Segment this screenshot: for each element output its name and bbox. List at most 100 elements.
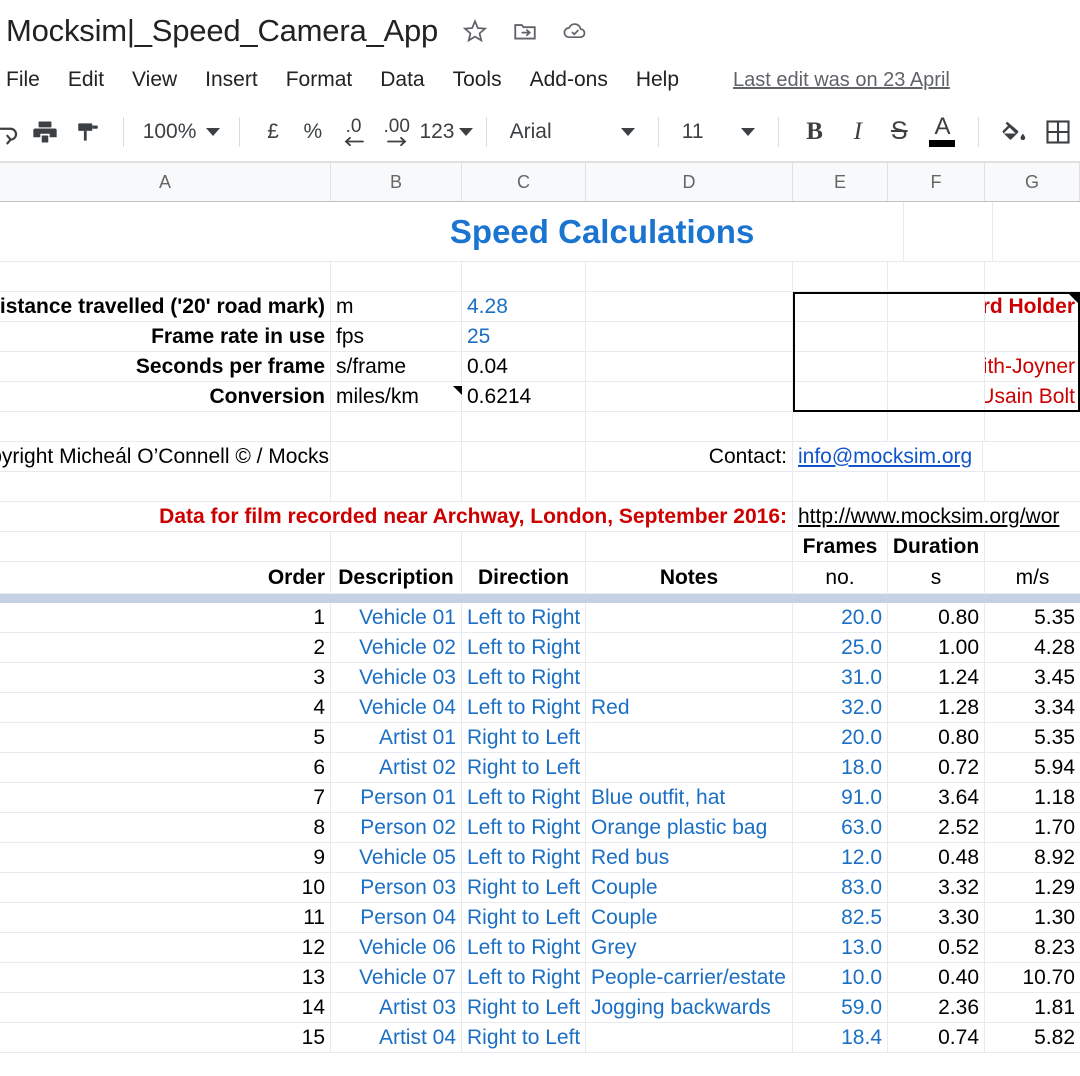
row-speed[interactable]: 8.92 <box>985 843 1080 872</box>
column-header-b[interactable]: B <box>331 163 462 201</box>
cell-c7[interactable] <box>462 412 586 441</box>
record-panel-heading[interactable]: World Record Holder <box>985 292 1080 321</box>
row-description[interactable]: Vehicle 03 <box>331 663 462 692</box>
cell-d11[interactable] <box>586 532 793 561</box>
contact-link-cell[interactable]: info@mocksim.org <box>793 442 983 471</box>
last-edit-status[interactable]: Last edit was on 23 April <box>733 69 950 92</box>
move-to-folder-icon[interactable] <box>512 18 538 44</box>
table-row[interactable]: 15 Artist 04 Right to Left 18.4 0.74 5.82 <box>0 1023 1080 1053</box>
cell-c11[interactable] <box>462 532 586 561</box>
param-unit-conversion[interactable]: miles/km <box>331 382 462 411</box>
table-row[interactable]: 4 Vehicle 04 Left to Right Red 32.0 1.28 3.34 <box>0 693 1080 723</box>
row-notes[interactable]: Red bus <box>586 843 793 872</box>
table-row[interactable]: 7 Person 01 Left to Right Blue outfit, hat 9… <box>0 783 1080 813</box>
column-header-a[interactable]: A <box>0 163 331 201</box>
row-order[interactable]: 5 <box>0 723 331 752</box>
contact-label[interactable]: Contact: <box>586 442 793 471</box>
param-unit-framerate[interactable]: fps <box>331 322 462 351</box>
row-duration[interactable]: 0.40 <box>888 963 985 992</box>
row-frames[interactable]: 18.0 <box>793 753 888 782</box>
row-duration[interactable]: 3.32 <box>888 873 985 902</box>
row-notes[interactable] <box>586 663 793 692</box>
column-header-g[interactable]: G <box>985 163 1080 201</box>
row-frames[interactable]: 13.0 <box>793 933 888 962</box>
menu-data[interactable]: Data <box>380 68 424 92</box>
row-order[interactable]: 8 <box>0 813 331 842</box>
row-notes[interactable]: Orange plastic bag <box>586 813 793 842</box>
param-label-framerate[interactable]: Frame rate in use <box>0 322 331 351</box>
row-frames[interactable]: 10.0 <box>793 963 888 992</box>
menu-edit[interactable]: Edit <box>68 68 104 92</box>
cell-f6[interactable] <box>888 382 985 411</box>
table-row[interactable]: 13 Vehicle 07 Left to Right People-carrier/… <box>0 963 1080 993</box>
data-url-cell[interactable]: http://www.mocksim.org/wor <box>793 502 1080 531</box>
row-description[interactable]: Vehicle 05 <box>331 843 462 872</box>
cell-d4[interactable] <box>586 322 793 351</box>
row-direction[interactable]: Left to Right <box>462 813 586 842</box>
param-unit-distance[interactable]: m <box>331 292 462 321</box>
row-order[interactable]: 12 <box>0 933 331 962</box>
cell-e4[interactable] <box>793 322 888 351</box>
row-duration[interactable]: 0.74 <box>888 1023 985 1052</box>
row-notes[interactable]: People-carrier/estate <box>586 963 793 992</box>
cell-g9[interactable] <box>985 472 1080 501</box>
row-description[interactable]: Person 04 <box>331 903 462 932</box>
row-duration[interactable]: 0.48 <box>888 843 985 872</box>
row-notes[interactable]: Jogging backwards <box>586 993 793 1022</box>
row-duration[interactable]: 2.52 <box>888 813 985 842</box>
cell-f5[interactable] <box>888 352 985 381</box>
row-duration[interactable]: 0.80 <box>888 603 985 632</box>
row-duration[interactable]: 1.00 <box>888 633 985 662</box>
fill-color-icon[interactable] <box>992 112 1037 152</box>
menu-file[interactable]: File <box>6 68 40 92</box>
cell-b7[interactable] <box>331 412 462 441</box>
row-notes[interactable]: Grey <box>586 933 793 962</box>
row-order[interactable]: 9 <box>0 843 331 872</box>
row-frames[interactable]: 63.0 <box>793 813 888 842</box>
table-row[interactable]: 5 Artist 01 Right to Left 20.0 0.80 5.35 <box>0 723 1080 753</box>
row-description[interactable]: Person 02 <box>331 813 462 842</box>
cell-g4[interactable] <box>985 322 1080 351</box>
cell-e5[interactable] <box>793 352 888 381</box>
row-order[interactable]: 6 <box>0 753 331 782</box>
cell-d5[interactable] <box>586 352 793 381</box>
font-family-selector[interactable]: Arial <box>500 112 645 152</box>
row-direction[interactable]: Left to Right <box>462 693 586 722</box>
param-value-framerate[interactable]: 25 <box>462 322 586 351</box>
cell-a11[interactable] <box>0 532 331 561</box>
row-notes[interactable]: Couple <box>586 873 793 902</box>
row-direction[interactable]: Left to Right <box>462 633 586 662</box>
param-value-conversion[interactable]: 0.6214 <box>462 382 586 411</box>
cell-b9[interactable] <box>331 472 462 501</box>
table-header-speed[interactable]: m/s <box>985 562 1080 593</box>
menu-help[interactable]: Help <box>636 68 679 92</box>
row-duration[interactable]: 3.64 <box>888 783 985 812</box>
cell-g2[interactable] <box>985 262 1080 291</box>
row-notes[interactable] <box>586 1023 793 1052</box>
row-duration[interactable]: 3.30 <box>888 903 985 932</box>
cell-e3[interactable] <box>793 292 888 321</box>
row-speed[interactable]: 8.23 <box>985 933 1080 962</box>
print-icon[interactable] <box>23 112 66 152</box>
column-header-e[interactable]: E <box>793 163 888 201</box>
row-speed[interactable]: 10.70 <box>985 963 1080 992</box>
row-description[interactable]: Artist 01 <box>331 723 462 752</box>
row-frames[interactable]: 20.0 <box>793 723 888 752</box>
cell-f7[interactable] <box>888 412 985 441</box>
row-duration[interactable]: 1.24 <box>888 663 985 692</box>
column-header-c[interactable]: C <box>462 163 586 201</box>
row-notes[interactable]: Blue outfit, hat <box>586 783 793 812</box>
cell-f1[interactable] <box>904 202 993 261</box>
font-size-selector[interactable]: 11 <box>672 112 765 152</box>
row-order[interactable]: 4 <box>0 693 331 722</box>
menu-insert[interactable]: Insert <box>205 68 258 92</box>
cell-e9[interactable] <box>793 472 888 501</box>
cell-a7[interactable] <box>0 412 331 441</box>
row-direction[interactable]: Right to Left <box>462 1023 586 1052</box>
row-frames[interactable]: 59.0 <box>793 993 888 1022</box>
row-direction[interactable]: Left to Right <box>462 843 586 872</box>
comment-marker-icon[interactable] <box>453 386 462 395</box>
cell-g8[interactable] <box>983 442 1078 471</box>
cell-f3[interactable] <box>888 292 985 321</box>
table-header-seconds[interactable]: s <box>888 562 985 593</box>
